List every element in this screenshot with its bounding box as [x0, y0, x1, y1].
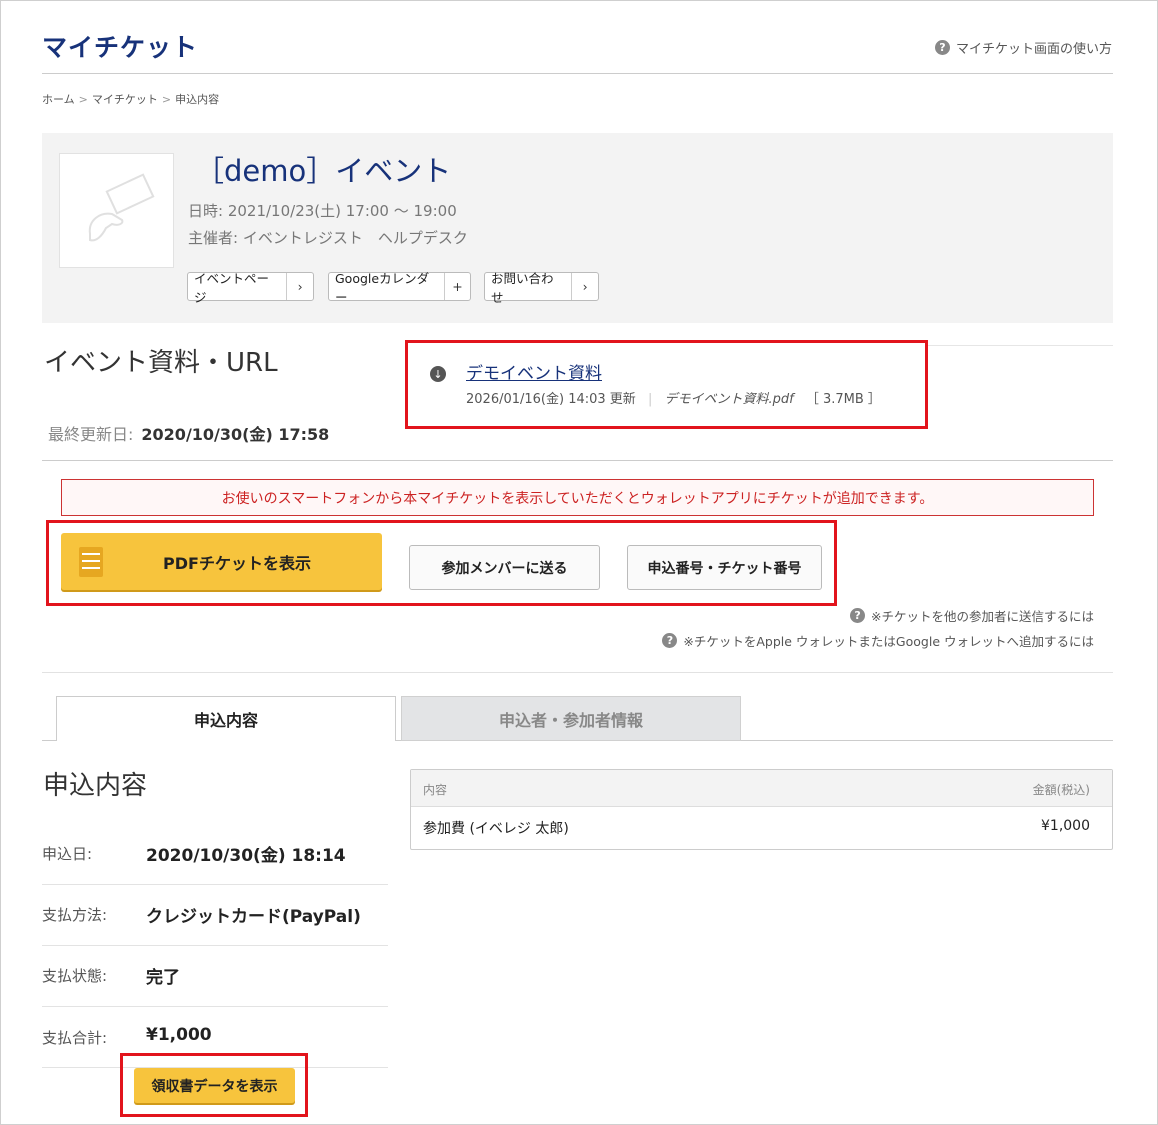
plus-icon: +: [443, 273, 470, 300]
material-updated: 2026/01/16(金) 14:03 更新: [466, 392, 636, 407]
tab-application[interactable]: 申込内容: [56, 696, 396, 741]
materials-heading: イベント資料・URL: [44, 348, 278, 378]
google-calendar-label: Googleカレンダー: [335, 270, 430, 305]
google-calendar-button[interactable]: Googleカレンダー +: [328, 270, 471, 305]
download-icon[interactable]: ↓: [430, 366, 446, 382]
help-link[interactable]: ? マイチケット画面の使い方: [934, 38, 1112, 57]
pdf-ticket-label: PDFチケットを表示: [163, 553, 311, 573]
fee-amount: ¥1,000: [1041, 818, 1090, 834]
application-heading: 申込内容: [43, 771, 148, 801]
section-divider: [42, 460, 1113, 461]
breadcrumb-separator: >: [161, 93, 172, 106]
breadcrumb-current: 申込内容: [175, 93, 220, 106]
materials-divider: [928, 345, 1113, 346]
note-send-label: ※チケットを他の参加者に送信するには: [871, 609, 1094, 624]
payment-method-label: 支払方法:: [42, 906, 108, 924]
column-header-amount: 金額(税込): [1032, 783, 1090, 797]
ticket-numbers-button[interactable]: 申込番号・チケット番号: [627, 545, 822, 590]
event-name: ［demo］イベント: [195, 154, 452, 188]
breadcrumb: ホーム > マイチケット > 申込内容: [42, 91, 219, 107]
meta-separator: |: [647, 392, 653, 407]
wallet-notice: お使いのスマートフォンから本マイチケットを表示していただくとウォレットアプリにチ…: [61, 479, 1094, 516]
header-divider: [42, 73, 1113, 74]
payment-status-label: 支払状態:: [42, 967, 108, 985]
help-link-label: マイチケット画面の使い方: [955, 42, 1112, 57]
ticket-hand-icon: [88, 173, 155, 242]
question-circle-icon: ?: [662, 633, 678, 648]
materials-last-updated: 最終更新日: 2020/10/30(金) 17:58: [48, 421, 329, 445]
question-circle-icon: ?: [934, 40, 950, 55]
breadcrumb-separator: >: [78, 93, 88, 106]
material-size: ［ 3.7MB ］: [805, 392, 881, 407]
contact-label: お問い合わせ: [491, 270, 554, 305]
send-to-members-button[interactable]: 参加メンバーに送る: [409, 545, 600, 590]
event-date: 日時: 2021/10/23(土) 17:00 ～ 19:00: [188, 202, 457, 220]
last-updated-value: 2020/10/30(金) 17:58: [141, 425, 330, 444]
row-divider: [42, 1006, 388, 1007]
apply-date-value: 2020/10/30(金) 18:14: [146, 846, 346, 866]
question-circle-icon: ?: [850, 608, 866, 623]
tab-participants[interactable]: 申込者・参加者情報: [401, 696, 741, 741]
material-meta: 2026/01/16(金) 14:03 更新 | デモイベント資料.pdf ［ …: [466, 388, 881, 407]
payment-status-value: 完了: [146, 968, 180, 988]
materials-highlight: [405, 340, 928, 429]
note-wallet[interactable]: ? ※チケットをApple ウォレットまたはGoogle ウォレットへ追加するに…: [662, 631, 1094, 650]
receipt-button[interactable]: 領収書データを表示: [134, 1068, 295, 1103]
material-filename: デモイベント資料.pdf: [664, 392, 794, 407]
event-page-button[interactable]: イベントページ ›: [187, 270, 314, 305]
breadcrumb-myticket[interactable]: マイチケット: [92, 93, 158, 106]
page-title: マイチケット: [42, 33, 199, 62]
payment-method-value: クレジットカード(PayPal): [146, 907, 361, 927]
pdf-document-icon: [79, 546, 103, 577]
chevron-right-icon: ›: [571, 273, 598, 300]
fee-table: 内容 金額(税込) 参加費 (イベレジ 太郎) ¥1,000: [410, 769, 1113, 850]
last-updated-label: 最終更新日:: [48, 425, 134, 444]
row-divider: [42, 945, 388, 946]
event-thumbnail: [59, 153, 174, 268]
row-divider: [42, 884, 388, 885]
column-header-item: 内容: [423, 783, 448, 797]
chevron-right-icon: ›: [286, 273, 313, 300]
note-wallet-label: ※チケットをApple ウォレットまたはGoogle ウォレットへ追加するには: [683, 634, 1094, 649]
fee-item: 参加費 (イベレジ 太郎): [423, 821, 569, 837]
apply-date-label: 申込日:: [42, 845, 93, 863]
breadcrumb-home[interactable]: ホーム: [42, 93, 75, 106]
note-send-ticket[interactable]: ? ※チケットを他の参加者に送信するには: [850, 606, 1094, 625]
section-divider: [42, 672, 1113, 673]
contact-button[interactable]: お問い合わせ ›: [484, 270, 599, 305]
pdf-ticket-button[interactable]: PDFチケットを表示: [61, 533, 382, 590]
payment-total-label: 支払合計:: [42, 1029, 108, 1047]
table-header: 内容 金額(税込): [411, 770, 1112, 807]
event-organizer: 主催者: イベントレジスト ヘルプデスク: [188, 229, 468, 247]
table-row: 参加費 (イベレジ 太郎) ¥1,000: [411, 806, 1112, 850]
material-link[interactable]: デモイベント資料: [466, 359, 602, 384]
payment-total-value: ¥1,000: [146, 1025, 212, 1045]
event-page-label: イベントページ: [194, 270, 270, 305]
